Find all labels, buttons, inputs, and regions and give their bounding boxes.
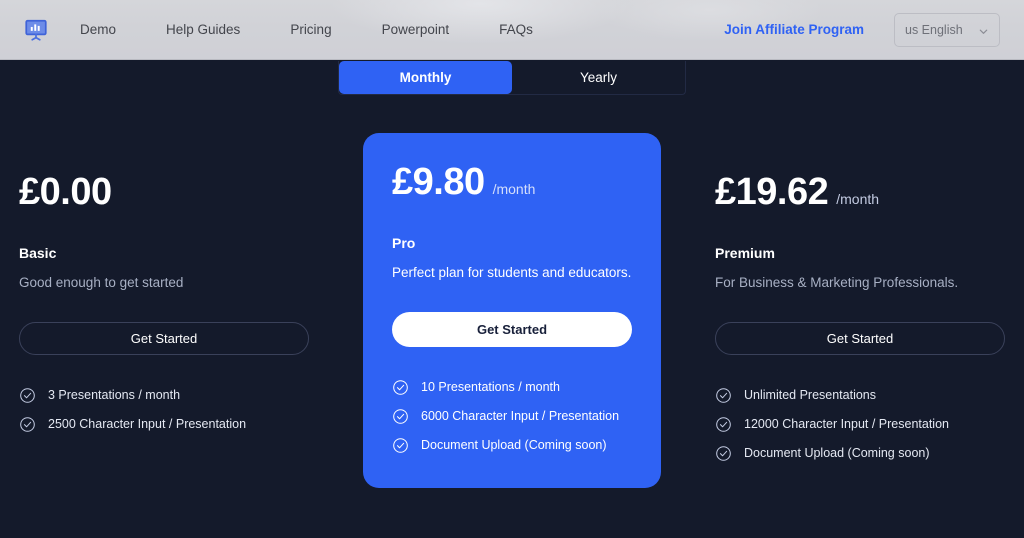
plan-price: £0.00: [19, 171, 112, 213]
pricing-card-premium: £19.62 /month Premium For Business & Mar…: [711, 171, 1009, 462]
check-circle-icon: [19, 416, 36, 433]
nav-link-help-guides[interactable]: Help Guides: [166, 16, 240, 43]
plan-features: 10 Presentations / month 6000 Character …: [392, 379, 632, 454]
plan-period: /month: [836, 191, 880, 207]
plan-description: For Business & Marketing Professionals.: [715, 274, 959, 290]
feature-label: 10 Presentations / month: [421, 380, 560, 395]
get-started-button-pro[interactable]: Get Started: [392, 311, 632, 347]
price-row: £19.62 /month: [715, 171, 1005, 213]
plan-price: £9.80: [392, 161, 485, 203]
billing-toggle-monthly[interactable]: Monthly: [339, 61, 512, 94]
plan-name: Pro: [392, 234, 416, 251]
feature-label: 3 Presentations / month: [48, 388, 181, 403]
check-circle-icon: [392, 408, 409, 425]
list-item: 3 Presentations / month: [19, 387, 309, 404]
language-select-value: us English: [905, 22, 963, 37]
feature-label: 12000 Character Input / Presentation: [744, 417, 949, 432]
check-circle-icon: [715, 387, 732, 404]
price-row: £9.80 /month: [392, 161, 632, 203]
list-item: Unlimited Presentations: [715, 387, 1005, 404]
chevron-down-icon: [978, 24, 989, 35]
feature-label: 2500 Character Input / Presentation: [48, 417, 247, 432]
nav-link-demo[interactable]: Demo: [80, 16, 116, 43]
plan-features: 3 Presentations / month 2500 Character I…: [19, 387, 309, 433]
plan-description: Perfect plan for students and educators.: [392, 264, 632, 280]
nav-link-powerpoint[interactable]: Powerpoint: [382, 16, 450, 43]
pricing-card-pro: £9.80 /month Pro Perfect plan for studen…: [363, 133, 661, 488]
plan-name: Basic: [19, 244, 57, 261]
get-started-button-basic[interactable]: Get Started: [19, 321, 309, 355]
list-item: 6000 Character Input / Presentation: [392, 408, 632, 425]
feature-label: Document Upload (Coming soon): [744, 446, 930, 461]
feature-label: 6000 Character Input / Presentation: [421, 409, 620, 424]
check-circle-icon: [392, 437, 409, 454]
plan-price: £19.62: [715, 171, 829, 213]
get-started-button-premium[interactable]: Get Started: [715, 321, 1005, 355]
list-item: 2500 Character Input / Presentation: [19, 416, 309, 433]
check-circle-icon: [715, 416, 732, 433]
plan-name: Premium: [715, 244, 775, 261]
pricing-card-basic: £0.00 Basic Good enough to get started G…: [15, 171, 313, 433]
list-item: Document Upload (Coming soon): [392, 437, 632, 454]
list-item: 12000 Character Input / Presentation: [715, 416, 1005, 433]
check-circle-icon: [19, 387, 36, 404]
plan-period: /month: [492, 181, 536, 197]
check-circle-icon: [715, 445, 732, 462]
list-item: 10 Presentations / month: [392, 379, 632, 396]
feature-label: Unlimited Presentations: [744, 388, 877, 403]
billing-toggle: Monthly Yearly: [338, 61, 686, 95]
plan-features: Unlimited Presentations 12000 Character …: [715, 387, 1005, 462]
language-select[interactable]: us English: [894, 12, 1000, 47]
billing-toggle-wrap: Monthly Yearly: [0, 60, 1024, 95]
check-circle-icon: [392, 379, 409, 396]
join-affiliate-program-link[interactable]: Join Affiliate Program: [724, 22, 864, 37]
site-header: Demo Help Guides Pricing Powerpoint FAQs…: [0, 0, 1024, 60]
nav-link-pricing[interactable]: Pricing: [290, 16, 331, 43]
plan-description: Good enough to get started: [19, 274, 184, 290]
feature-label: Document Upload (Coming soon): [421, 438, 607, 453]
price-row: £0.00: [19, 171, 309, 213]
nav-link-faqs[interactable]: FAQs: [499, 16, 533, 43]
header-actions: Join Affiliate Program us English: [724, 12, 1000, 47]
logo-icon[interactable]: [20, 14, 52, 46]
billing-toggle-yearly[interactable]: Yearly: [512, 61, 685, 94]
list-item: Document Upload (Coming soon): [715, 445, 1005, 462]
primary-nav: Demo Help Guides Pricing Powerpoint FAQs: [80, 16, 533, 43]
pricing-plans: £0.00 Basic Good enough to get started G…: [0, 95, 1024, 488]
